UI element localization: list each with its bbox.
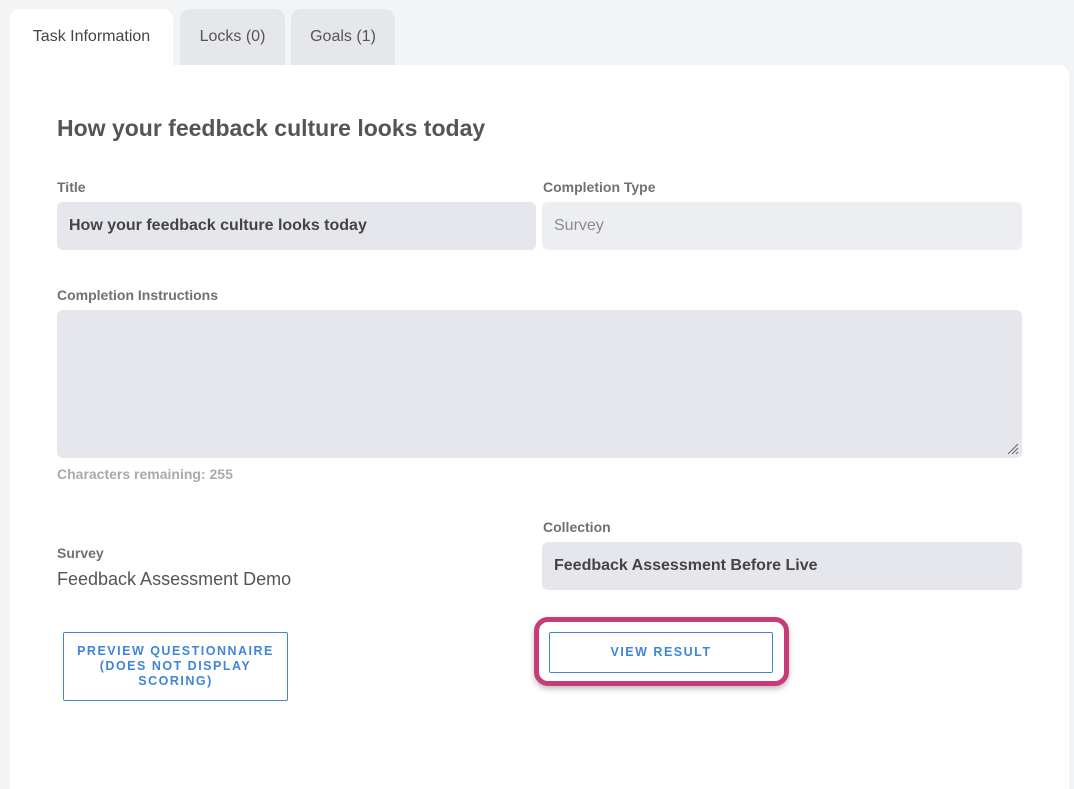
title-label: Title [57,179,86,195]
collection-value: Feedback Assessment Before Live [554,557,818,574]
tab-label: Goals (1) [310,28,376,45]
tab-task-information[interactable]: Task Information [10,9,173,65]
characters-remaining: Characters remaining: 255 [57,466,233,482]
completion-type-value: Survey [554,217,604,234]
completion-type-field: Survey [542,202,1022,250]
collection-label: Collection [543,519,611,535]
survey-value: Feedback Assessment Demo [57,569,292,589]
completion-instructions-input[interactable] [57,310,1022,458]
collection-field[interactable]: Feedback Assessment Before Live [542,542,1022,590]
title-field-value: How your feedback culture looks today [69,217,367,234]
survey-label: Survey [57,545,104,561]
view-result-button[interactable]: VIEW RESULT [549,632,773,673]
tab-goals[interactable]: Goals (1) [291,9,395,65]
resize-grip-icon[interactable] [1007,443,1019,455]
task-information-panel: How your feedback culture looks today Ti… [10,65,1069,789]
title-field[interactable]: How your feedback culture looks today [57,202,536,250]
page-title: How your feedback culture looks today [57,115,486,141]
tab-label: Task Information [32,28,151,45]
completion-instructions-label: Completion Instructions [57,287,218,303]
preview-questionnaire-button[interactable]: PREVIEW QUESTIONNAIRE (DOES NOT DISPLAY … [63,632,288,701]
completion-type-label: Completion Type [543,179,656,195]
tab-locks[interactable]: Locks (0) [180,9,285,65]
tab-label: Locks (0) [199,28,266,45]
